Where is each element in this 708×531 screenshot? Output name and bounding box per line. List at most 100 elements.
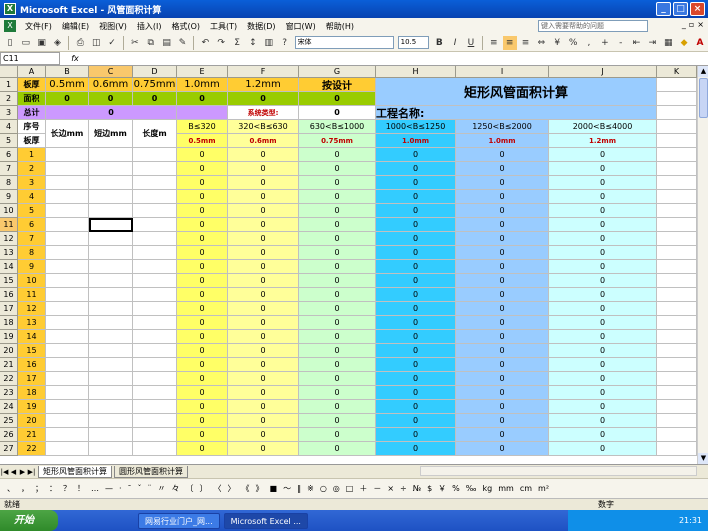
cell-g12[interactable]: 0 xyxy=(299,232,376,246)
cell-k9[interactable] xyxy=(657,190,697,204)
cell-d9[interactable] xyxy=(133,190,177,204)
cell-b26[interactable] xyxy=(46,428,89,442)
cell-c1[interactable]: 0.6mm xyxy=(89,78,133,92)
cell-a10[interactable]: 5 xyxy=(18,204,46,218)
cell-c17[interactable] xyxy=(89,302,133,316)
cell-h24[interactable]: 0 xyxy=(376,400,456,414)
cell-g6[interactable]: 0 xyxy=(299,148,376,162)
cell-c10[interactable] xyxy=(89,204,133,218)
select-all-corner[interactable] xyxy=(0,66,18,78)
cell-i23[interactable]: 0 xyxy=(456,386,549,400)
cell-d12[interactable] xyxy=(133,232,177,246)
row-header[interactable]: 15 xyxy=(0,274,18,288)
cell-e18[interactable]: 0 xyxy=(177,316,228,330)
cell-g11[interactable]: 0 xyxy=(299,218,376,232)
cell-f18[interactable]: 0 xyxy=(228,316,299,330)
cell-f1[interactable]: 1.2mm xyxy=(228,78,299,92)
cell-g21[interactable]: 0 xyxy=(299,358,376,372)
cell-d16[interactable] xyxy=(133,288,177,302)
cell-d22[interactable] xyxy=(133,372,177,386)
cell-g25[interactable]: 0 xyxy=(299,414,376,428)
column-header-a[interactable]: A xyxy=(18,66,46,78)
cell-e24[interactable]: 0 xyxy=(177,400,228,414)
cell-f26[interactable]: 0 xyxy=(228,428,299,442)
cell-a3[interactable]: 总计 xyxy=(18,106,46,120)
row-header[interactable]: 7 xyxy=(0,162,18,176)
menu-file[interactable]: 文件(F) xyxy=(20,21,57,32)
cell-f6[interactable]: 0 xyxy=(228,148,299,162)
row-header[interactable]: 5 xyxy=(0,134,18,148)
cell-j12[interactable]: 0 xyxy=(549,232,657,246)
cell-d21[interactable] xyxy=(133,358,177,372)
symbol-button[interactable]: ， xyxy=(18,483,32,494)
doc-restore-button[interactable]: ▫ xyxy=(689,20,694,29)
first-sheet-icon[interactable]: |◀ xyxy=(0,468,9,476)
name-box[interactable]: C11 xyxy=(0,52,60,65)
cell-j17[interactable]: 0 xyxy=(549,302,657,316)
minimize-button[interactable]: _ xyxy=(656,2,671,16)
cell-f13[interactable]: 0 xyxy=(228,246,299,260)
cell-c16[interactable] xyxy=(89,288,133,302)
spelling-icon[interactable]: ✓ xyxy=(105,36,119,50)
cell-h13[interactable]: 0 xyxy=(376,246,456,260)
symbol-button[interactable]: ！ xyxy=(74,483,88,494)
cell-h19[interactable]: 0 xyxy=(376,330,456,344)
cell-b19[interactable] xyxy=(46,330,89,344)
cell-e14[interactable]: 0 xyxy=(177,260,228,274)
cell-f20[interactable]: 0 xyxy=(228,344,299,358)
symbol-button[interactable]: ○ xyxy=(317,484,330,493)
cell-k21[interactable] xyxy=(657,358,697,372)
cell-e16[interactable]: 0 xyxy=(177,288,228,302)
cell-f21[interactable]: 0 xyxy=(228,358,299,372)
cell-a18[interactable]: 13 xyxy=(18,316,46,330)
autosum-icon[interactable]: Σ xyxy=(230,36,244,50)
cell-h8[interactable]: 0 xyxy=(376,176,456,190)
row-header[interactable]: 16 xyxy=(0,288,18,302)
cell-a20[interactable]: 15 xyxy=(18,344,46,358)
cell-b9[interactable] xyxy=(46,190,89,204)
cell-e19[interactable]: 0 xyxy=(177,330,228,344)
cell-d17[interactable] xyxy=(133,302,177,316)
cell-i20[interactable]: 0 xyxy=(456,344,549,358)
cell-e5[interactable]: 0.5mm xyxy=(177,134,228,148)
cell-b18[interactable] xyxy=(46,316,89,330)
column-header-i[interactable]: I xyxy=(456,66,549,78)
cell-k7[interactable] xyxy=(657,162,697,176)
cell-k14[interactable] xyxy=(657,260,697,274)
symbol-button[interactable]: ； xyxy=(32,483,46,494)
cell-j14[interactable]: 0 xyxy=(549,260,657,274)
cell-b13[interactable] xyxy=(46,246,89,260)
cell-k17[interactable] xyxy=(657,302,697,316)
cell-k27[interactable] xyxy=(657,442,697,456)
cell-e25[interactable]: 0 xyxy=(177,414,228,428)
cell-g3[interactable]: 0 xyxy=(299,106,376,120)
maximize-button[interactable]: □ xyxy=(673,2,688,16)
cell-h25[interactable]: 0 xyxy=(376,414,456,428)
cell-e10[interactable]: 0 xyxy=(177,204,228,218)
cell-f23[interactable]: 0 xyxy=(228,386,299,400)
italic-icon[interactable]: I xyxy=(448,36,462,50)
cell-f9[interactable]: 0 xyxy=(228,190,299,204)
column-header-c[interactable]: C xyxy=(89,66,133,78)
menu-edit[interactable]: 编辑(E) xyxy=(57,21,94,32)
cell-c25[interactable] xyxy=(89,414,133,428)
help-icon[interactable]: ? xyxy=(278,36,292,50)
cell-h10[interactable]: 0 xyxy=(376,204,456,218)
start-button[interactable]: 开始 xyxy=(0,510,58,531)
column-header-g[interactable]: G xyxy=(299,66,376,78)
cell-b8[interactable] xyxy=(46,176,89,190)
symbol-button[interactable]: ： xyxy=(46,483,60,494)
cell-j16[interactable]: 0 xyxy=(549,288,657,302)
cell-j18[interactable]: 0 xyxy=(549,316,657,330)
cell-b15[interactable] xyxy=(46,274,89,288)
cell-i25[interactable]: 0 xyxy=(456,414,549,428)
cell-i19[interactable]: 0 xyxy=(456,330,549,344)
fill-color-icon[interactable]: ◆ xyxy=(677,36,691,50)
sort-icon[interactable]: ↕ xyxy=(246,36,260,50)
cell-i15[interactable]: 0 xyxy=(456,274,549,288)
cell-h4[interactable]: 1000<B≤1250 xyxy=(376,120,456,134)
bold-icon[interactable]: B xyxy=(432,36,446,50)
cell-d14[interactable] xyxy=(133,260,177,274)
cell-h18[interactable]: 0 xyxy=(376,316,456,330)
scroll-thumb[interactable] xyxy=(699,78,708,118)
